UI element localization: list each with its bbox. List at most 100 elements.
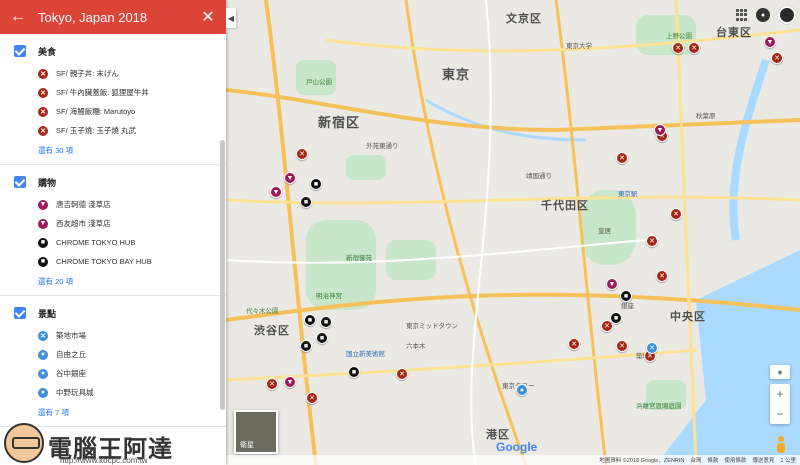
google-logo-text: Google (496, 440, 538, 454)
zoom-out-button[interactable]: − (770, 404, 790, 424)
hub-marker[interactable]: ■ (300, 196, 312, 208)
arrow-left-icon[interactable]: ← (10, 9, 30, 25)
sight-marker[interactable]: ✕ (646, 342, 658, 354)
shopping-cart-icon: ▼ (38, 218, 48, 229)
layer-header[interactable]: 購物 (0, 169, 226, 195)
shop-marker[interactable]: ▼ (764, 36, 776, 48)
item-label: 谷中銀座 (56, 369, 86, 378)
layer-checkbox[interactable] (14, 176, 26, 188)
list-item[interactable]: ✕ SF/ 親子丼: 末げん (0, 64, 226, 83)
food-pin-icon: ✕ (38, 106, 48, 117)
list-item[interactable]: ✕ SF/ 牛內臟蓋飯: 狐狸屋牛丼 (0, 83, 226, 102)
food-marker[interactable]: ✕ (688, 42, 700, 54)
list-item[interactable]: ● 中野玩具城 (0, 383, 226, 402)
list-item[interactable]: ■ CHROME TOKYO HUB (0, 233, 226, 252)
more-link[interactable]: 還有 20 項 (0, 271, 226, 291)
hub-marker[interactable]: ■ (304, 314, 316, 326)
hub-marker[interactable]: ■ (320, 316, 332, 328)
item-label: SF/ 海鰻飯糰: Marutoyo (56, 107, 136, 116)
scrollbar[interactable] (220, 140, 225, 410)
food-marker[interactable]: ✕ (616, 152, 628, 164)
more-link[interactable]: 還有 30 項 (0, 140, 226, 160)
list-item[interactable]: ✕ SF/ 玉子燒: 玉子燒 丸武 (0, 121, 226, 140)
layer-sights: 景點 ✕ 築地市場 ● 自由之丘 ● 谷中銀座 ● 中野玩具城 還有 7 項 (0, 300, 226, 427)
hub-marker[interactable]: ■ (316, 332, 328, 344)
food-marker[interactable]: ✕ (396, 368, 408, 380)
feedback-link[interactable]: 傳送意見 (752, 456, 774, 464)
layer-header[interactable]: 景點 (0, 300, 226, 326)
shop-marker[interactable]: ▼ (270, 186, 282, 198)
ward-label: 渋谷区 (254, 324, 290, 337)
food-marker[interactable]: ✕ (266, 378, 278, 390)
layer-food: 美食 ✕ SF/ 親子丼: 末げん ✕ SF/ 牛內臟蓋飯: 狐狸屋牛丼 ✕ SF/ … (0, 38, 226, 165)
food-marker[interactable]: ✕ (616, 340, 628, 352)
hub-marker[interactable]: ■ (620, 290, 632, 302)
list-item[interactable]: ▼ 西友超市 淺草店 (0, 214, 226, 233)
food-marker[interactable]: ✕ (656, 270, 668, 282)
layer-checkbox[interactable] (14, 307, 26, 319)
poi-label: 東京大学 (566, 42, 592, 50)
layer-checkbox[interactable] (14, 45, 26, 57)
panel-header: ← Tokyo, Japan 2018 ✕ (0, 0, 226, 34)
hub-marker[interactable]: ■ (300, 340, 312, 352)
attribution-text: 地圖資料 ©2018 Google、ZENRIN (599, 458, 685, 464)
region-link[interactable]: 台灣 (690, 456, 701, 464)
zoom-in-button[interactable]: + (770, 384, 790, 404)
food-marker[interactable]: ✕ (568, 338, 580, 350)
hub-marker[interactable]: ■ (610, 312, 622, 324)
camera-icon: ● (38, 368, 48, 379)
list-item[interactable]: ● 自由之丘 (0, 345, 226, 364)
map-canvas[interactable]: 文京区 台東区 新宿区 東京 千代田区 中央区 渋谷区 港区 東京大学 上野公園… (226, 0, 800, 465)
notification-bell-icon[interactable]: ● (756, 8, 770, 22)
shop-marker[interactable]: ▼ (284, 172, 296, 184)
hub-marker[interactable]: ■ (310, 178, 322, 190)
item-label: CHROME TOKYO HUB (56, 238, 136, 247)
river (425, 98, 587, 142)
layer-shopping: 購物 ▼ 唐吉軻德 淺草店 ▼ 西友超市 淺草店 ■ CHROME TOKYO HUB… (0, 169, 226, 296)
terms-link[interactable]: 條款 (707, 456, 718, 464)
river (729, 58, 770, 241)
zoom-control: + − (770, 384, 790, 424)
poi-label: 六本木 (406, 342, 426, 350)
food-marker[interactable]: ✕ (670, 208, 682, 220)
sight-marker[interactable]: ● (516, 384, 528, 396)
poi-label: 国立新美術館 (346, 350, 385, 358)
poi-label: 秋葉原 (696, 112, 716, 120)
pegman-icon[interactable] (774, 436, 788, 454)
food-marker[interactable]: ✕ (672, 42, 684, 54)
satellite-toggle[interactable]: 衛星 (234, 410, 278, 454)
ward-label: 中央区 (670, 310, 706, 323)
list-item[interactable]: ● 谷中銀座 (0, 364, 226, 383)
shop-marker[interactable]: ▼ (606, 278, 618, 290)
avatar[interactable] (778, 6, 796, 24)
list-item[interactable]: ✕ SF/ 海鰻飯糰: Marutoyo (0, 102, 226, 121)
hub-marker[interactable]: ■ (348, 366, 360, 378)
item-label: 唐吉軻德 淺草店 (56, 200, 111, 209)
google-logo: Google (496, 440, 537, 454)
poi-label: 東京駅 (618, 190, 638, 198)
attribution-bar: 地圖資料 ©2018 Google、ZENRIN 台灣 條款 使用條款 傳送意見… (226, 455, 800, 465)
list-item[interactable]: ■ CHROME TOKYO BAY HUB (0, 252, 226, 271)
shop-marker[interactable]: ▼ (284, 376, 296, 388)
panel-title: Tokyo, Japan 2018 (38, 9, 148, 25)
collapse-panel-button[interactable]: ◀ (226, 8, 236, 28)
item-label: 中野玩具城 (56, 388, 94, 397)
list-item[interactable]: ▼ 唐吉軻德 淺草店 (0, 195, 226, 214)
road (226, 348, 697, 382)
layer-name: 購物 (38, 177, 57, 188)
food-marker[interactable]: ✕ (771, 52, 783, 64)
apps-grid-icon[interactable] (736, 9, 748, 21)
close-icon[interactable]: ✕ (200, 7, 216, 27)
layer-header[interactable]: 美食 (0, 38, 226, 64)
food-marker[interactable]: ✕ (306, 392, 318, 404)
fish-icon: ✕ (38, 330, 48, 341)
food-marker[interactable]: ✕ (296, 148, 308, 160)
more-link[interactable]: 還有 7 項 (0, 402, 226, 422)
shop-marker[interactable]: ▼ (654, 124, 666, 136)
satellite-label: 衛星 (240, 442, 254, 449)
list-item[interactable]: ✕ 築地市場 (0, 326, 226, 345)
compass-icon[interactable]: ◉ (770, 365, 790, 379)
food-marker[interactable]: ✕ (646, 235, 658, 247)
food-pin-icon: ✕ (38, 87, 48, 98)
terms-of-use-link[interactable]: 使用條款 (724, 456, 746, 464)
